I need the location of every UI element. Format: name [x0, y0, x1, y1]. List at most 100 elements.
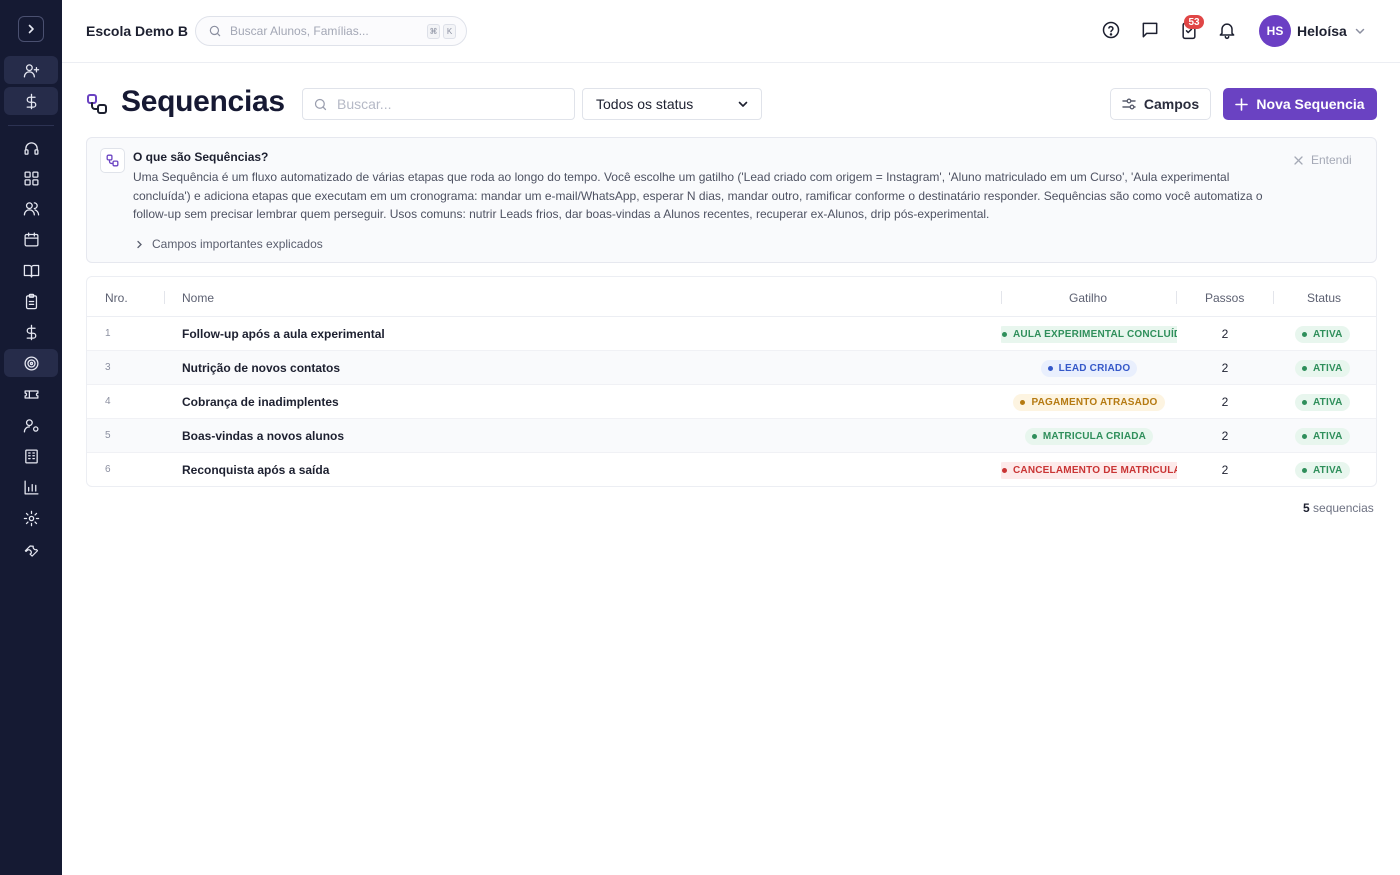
sidebar-item-finance-quick[interactable] [4, 87, 58, 115]
status-dot [1302, 331, 1307, 337]
sidebar-item-tasks[interactable] [4, 287, 58, 315]
trigger-cell: CANCELAMENTO DE MATRICULA [1001, 453, 1177, 486]
sequence-name[interactable]: Reconquista após a saída [182, 463, 329, 477]
building-icon [24, 448, 38, 464]
table-row[interactable]: 4 Cobrança de inadimplentes PAGAMENTO AT… [87, 385, 1376, 419]
grid-icon [23, 170, 39, 186]
table-row[interactable]: 5 Boas-vindas a novos alunos MATRICULA C… [87, 419, 1376, 453]
sidebar [0, 0, 62, 875]
target-icon [23, 355, 39, 371]
table-header: Nro. Nome Gatilho Passos Status [87, 277, 1376, 317]
sidebar-item-finance[interactable] [4, 318, 58, 346]
table-row[interactable]: 6 Reconquista após a saída CANCELAMENTO … [87, 453, 1376, 486]
steps-count: 2 [1221, 429, 1229, 443]
status-filter-select[interactable]: Todos os status [582, 88, 762, 120]
kbd-k-key: K [443, 23, 456, 39]
row-number: 1 [105, 328, 111, 339]
user-name[interactable]: Heloísa [1297, 23, 1347, 39]
status-label: ATIVA [1313, 362, 1343, 374]
column-header-nome[interactable]: Nome [182, 291, 214, 305]
column-header-passos[interactable]: Passos [1205, 291, 1244, 305]
sidebar-item-reports[interactable] [4, 473, 58, 501]
column-header-nro[interactable]: Nro. [105, 291, 128, 305]
sequence-count: 5 sequencias [1303, 501, 1374, 515]
trigger-dot [1002, 331, 1007, 337]
close-icon [1294, 155, 1303, 165]
messages-button[interactable] [1140, 20, 1160, 40]
campos-button[interactable]: Campos [1110, 88, 1211, 120]
info-dismiss-button[interactable]: Entendi [1294, 153, 1352, 167]
sidebar-toggle-button[interactable] [18, 16, 44, 42]
message-square-icon [1142, 22, 1158, 38]
column-divider [1176, 291, 1177, 304]
trigger-label: PAGAMENTO ATRASADO [1031, 396, 1158, 408]
info-panel: O que são Sequências? Uma Sequência é um… [86, 137, 1377, 263]
chart-icon [23, 479, 39, 495]
sequence-name[interactable]: Nutrição de novos contatos [182, 361, 340, 375]
sidebar-item-courses[interactable] [4, 256, 58, 284]
sequence-name[interactable]: Follow-up após a aula experimental [182, 327, 385, 341]
trigger-badge: AULA EXPERIMENTAL CONCLUÍDA [1001, 325, 1177, 343]
notifications-button[interactable] [1217, 20, 1237, 40]
status-cell: ATIVA [1295, 419, 1350, 453]
info-body: Uma Sequência é um fluxo automatizado de… [133, 170, 1263, 222]
status-dot [1302, 467, 1307, 473]
sidebar-item-leads[interactable] [4, 56, 58, 84]
new-sequence-button[interactable]: Nova Sequencia [1223, 88, 1377, 120]
campos-label: Campos [1143, 96, 1200, 112]
sidebar-item-tickets[interactable] [4, 380, 58, 408]
table-row[interactable]: 3 Nutrição de novos contatos LEAD CRIADO… [87, 351, 1376, 385]
trigger-dot [1047, 365, 1053, 371]
global-search-input[interactable]: Buscar Alunos, Famílias... ⌘ K [195, 16, 467, 46]
users-icon [23, 201, 39, 216]
chevron-down-icon[interactable] [1354, 25, 1366, 37]
sequence-name[interactable]: Cobrança de inadimplentes [182, 395, 339, 409]
sequence-icon [87, 94, 107, 114]
steps-count: 2 [1221, 361, 1229, 375]
help-button[interactable] [1101, 20, 1121, 40]
sequence-search-input[interactable]: Buscar... [302, 88, 575, 120]
page-title: Sequencias [121, 85, 285, 118]
sequence-name[interactable]: Boas-vindas a novos alunos [182, 429, 344, 443]
sidebar-item-tools[interactable] [4, 536, 58, 564]
status-cell: ATIVA [1295, 351, 1350, 385]
sidebar-item-staff[interactable] [4, 411, 58, 439]
trigger-cell: AULA EXPERIMENTAL CONCLUÍDA [1001, 317, 1177, 351]
trigger-cell: MATRICULA CRIADA [1001, 419, 1177, 453]
status-dot [1302, 433, 1307, 439]
table-row[interactable]: 1 Follow-up após a aula experimental AUL… [87, 317, 1376, 351]
row-number: 4 [105, 396, 111, 407]
user-avatar[interactable]: HS [1259, 15, 1291, 47]
column-divider [164, 291, 165, 304]
school-name[interactable]: Escola Demo B [86, 23, 188, 39]
sidebar-item-dashboard[interactable] [4, 164, 58, 192]
dollar-icon [26, 324, 36, 340]
status-cell: ATIVA [1295, 385, 1350, 419]
trigger-badge: MATRICULA CRIADA [1024, 427, 1154, 445]
chevron-right-icon [28, 24, 34, 34]
sidebar-item-school[interactable] [4, 442, 58, 470]
trigger-label: AULA EXPERIMENTAL CONCLUÍDA [1013, 328, 1177, 340]
info-sequence-icon [100, 148, 125, 173]
search-icon [209, 25, 221, 37]
sidebar-item-calendar[interactable] [4, 225, 58, 253]
sidebar-item-settings[interactable] [4, 504, 58, 532]
new-sequence-label: Nova Sequencia [1256, 96, 1365, 112]
column-divider [1273, 291, 1274, 304]
column-header-status[interactable]: Status [1307, 291, 1341, 305]
sidebar-item-support[interactable] [4, 134, 58, 162]
trigger-label: MATRICULA CRIADA [1042, 430, 1147, 442]
sidebar-item-sequences[interactable] [4, 349, 58, 377]
info-title: O que são Sequências? [133, 150, 269, 164]
column-header-gatilho[interactable]: Gatilho [1069, 291, 1107, 305]
trigger-dot [1020, 399, 1026, 405]
status-label: ATIVA [1313, 328, 1343, 340]
steps-count: 2 [1221, 327, 1229, 341]
sidebar-divider [8, 125, 54, 126]
fields-explained-toggle[interactable]: Campos importantes explicados [135, 237, 323, 251]
search-icon [314, 98, 327, 110]
sidebar-item-people[interactable] [4, 194, 58, 222]
headset-icon [23, 141, 39, 155]
trigger-badge: CANCELAMENTO DE MATRICULA [1001, 461, 1177, 479]
user-plus-icon [23, 63, 39, 78]
